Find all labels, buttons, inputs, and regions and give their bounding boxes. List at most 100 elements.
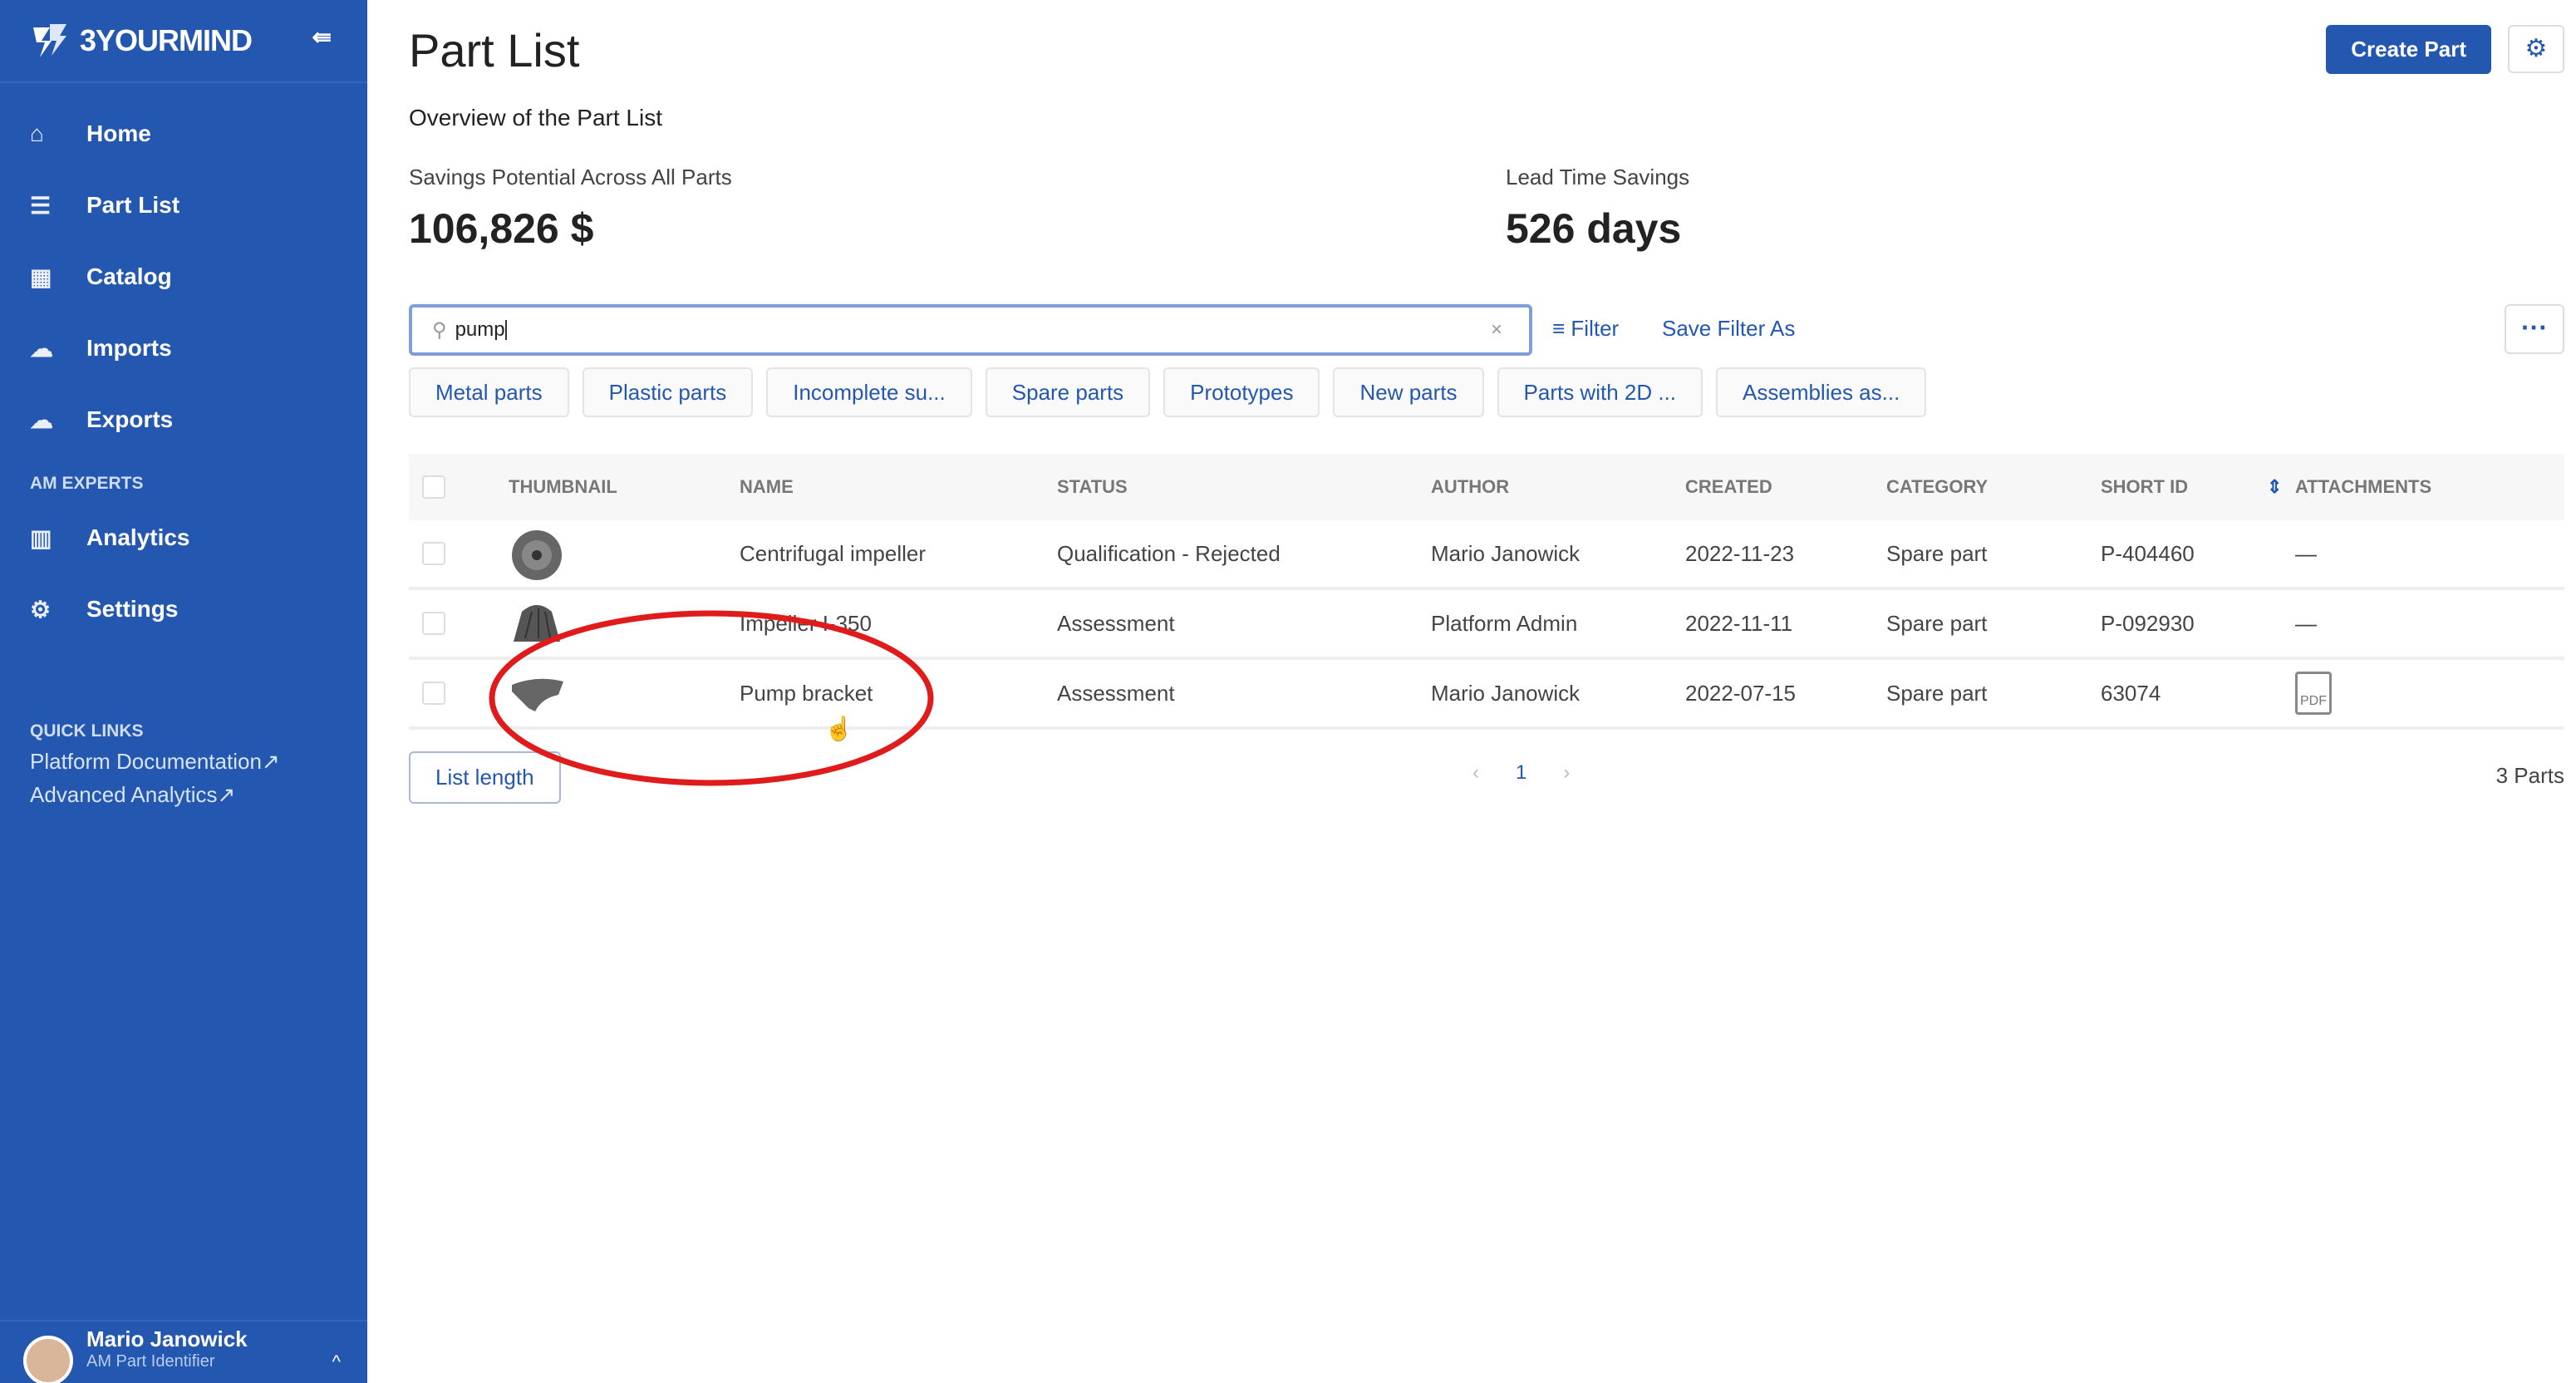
col-short-id[interactable]: SHORT ID (2101, 476, 2188, 498)
sidebar-item-settings[interactable]: ⚙ Settings (0, 573, 367, 645)
upload-cloud-icon: ☁ (30, 335, 53, 362)
kpi-savings-value: 106,826 $ (409, 205, 594, 252)
part-name[interactable]: Pump bracket (740, 681, 873, 706)
sidebar-item-home[interactable]: ⌂ Home (0, 98, 367, 170)
attachment-label: PDF (2300, 694, 2327, 708)
sidebar-item-imports[interactable]: ☁ Imports (0, 313, 367, 384)
short-id: P-404460 (2101, 540, 2195, 566)
table-row[interactable]: Centrifugal impeller Qualification - Reje… (409, 520, 2564, 590)
author: Mario Janowick (1431, 540, 1581, 566)
next-page-button[interactable]: › (1563, 761, 1570, 785)
sidebar-item-exports[interactable]: ☁ Exports (0, 384, 367, 455)
sidebar-item-label: Home (86, 121, 151, 146)
link-advanced-analytics[interactable]: Advanced Analytics↗ (0, 778, 367, 811)
filter-label: Filter (1571, 316, 1620, 341)
page-1-button[interactable]: 1 (1516, 761, 1526, 785)
sidebar: 3YOURMIND ⇚ ⌂ Home ☰ Part List ▦ Catalog ☁ I… (0, 0, 367, 1383)
search-input[interactable]: ⚲ pump × (409, 304, 1532, 356)
author: Mario Janowick (1431, 680, 1581, 706)
sidebar-item-analytics[interactable]: ▥ Analytics (0, 502, 367, 573)
sidebar-item-label: Catalog (86, 263, 172, 289)
kpi-savings-label: Savings Potential Across All Parts (409, 165, 732, 189)
short-id: P-092930 (2101, 610, 2195, 636)
table-row[interactable]: Pump bracket Assessment Mario Janowick 2022… (409, 660, 2564, 730)
filter-icon: ≡ (1552, 316, 1571, 341)
part-thumbnail[interactable] (509, 598, 565, 657)
section-am-experts: AM EXPERTS (30, 474, 144, 493)
category: Spare part (1886, 680, 1988, 706)
brand-name: 3YOURMIND (80, 23, 253, 57)
sidebar-item-label: Exports (86, 406, 174, 432)
col-created[interactable]: CREATED (1685, 476, 1772, 498)
filter-chip[interactable]: Assemblies as... (1716, 367, 1927, 417)
create-part-button[interactable]: Create Part (2326, 25, 2491, 74)
avatar (23, 1336, 73, 1383)
filter-chip[interactable]: Spare parts (985, 367, 1151, 417)
filter-chip[interactable]: Parts with 2D ... (1497, 367, 1703, 417)
external-link-icon: ↗ (261, 749, 280, 774)
external-link-icon: ↗ (217, 782, 236, 807)
status: Qualification - Rejected (1057, 540, 1281, 566)
analytics-icon: ▥ (30, 524, 52, 551)
filter-chip[interactable]: Metal parts (409, 367, 569, 417)
list-length-button[interactable]: List length (409, 751, 561, 804)
chevron-up-icon[interactable]: ^ (332, 1351, 341, 1373)
filter-chip[interactable]: Plastic parts (582, 367, 754, 417)
col-attachments[interactable]: ATTACHMENTS (2295, 476, 2431, 498)
parts-count: 3 Parts (2495, 763, 2564, 788)
sort-icon[interactable]: ⇕ (2267, 476, 2282, 498)
filter-button[interactable]: ≡ Filter (1552, 316, 1619, 342)
sidebar-item-part-list[interactable]: ☰ Part List (0, 170, 367, 241)
pdf-file-icon[interactable]: PDF (2295, 672, 2332, 715)
quick-links-title: QUICK LINKS (30, 721, 144, 741)
part-thumbnail[interactable] (509, 529, 565, 588)
part-thumbnail[interactable] (509, 668, 565, 727)
author: Platform Admin (1431, 610, 1578, 636)
page-subtitle: Overview of the Part List (409, 105, 663, 130)
category: Spare part (1886, 540, 1988, 566)
part-name[interactable]: Impeller I-350 (740, 611, 872, 637)
col-category[interactable]: CATEGORY (1886, 476, 1988, 498)
category: Spare part (1886, 610, 1988, 636)
filter-chip[interactable]: Prototypes (1163, 367, 1320, 417)
user-menu[interactable]: Mario Janowick AM Part Identifier ^ (0, 1320, 367, 1383)
collapse-sidebar-icon[interactable]: ⇚ (312, 23, 332, 51)
select-all-checkbox[interactable] (422, 475, 445, 499)
created-date: 2022-11-11 (1685, 610, 1793, 636)
filter-chip[interactable]: New parts (1333, 367, 1484, 417)
list-icon: ☰ (30, 192, 52, 219)
table-row[interactable]: Impeller I-350 Assessment Platform Admin 20… (409, 590, 2564, 660)
col-thumbnail: THUMBNAIL (509, 476, 617, 497)
row-checkbox[interactable] (422, 682, 445, 705)
parts-table: THUMBNAIL NAME STATUS AUTHOR CREATED CAT… (409, 454, 2564, 730)
short-id: 63074 (2101, 680, 2161, 706)
prev-page-button[interactable]: ‹ (1472, 761, 1479, 785)
sidebar-item-label: Settings (86, 596, 179, 622)
link-platform-documentation[interactable]: Platform Documentation↗ (0, 745, 367, 778)
more-options-button[interactable]: ··· (2505, 304, 2564, 354)
row-checkbox[interactable] (422, 612, 445, 635)
clear-search-icon[interactable]: × (1491, 318, 1502, 342)
part-name[interactable]: Centrifugal impeller (740, 541, 926, 567)
user-role: AM Part Identifier (86, 1352, 215, 1371)
sidebar-item-label: Imports (86, 335, 172, 361)
link-label: Advanced Analytics (30, 782, 218, 807)
filter-chip[interactable]: Incomplete su... (766, 367, 972, 417)
sidebar-item-catalog[interactable]: ▦ Catalog (0, 241, 367, 313)
pagination: ‹ 1 › (1472, 761, 1570, 785)
row-checkbox[interactable] (422, 542, 445, 565)
user-name: Mario Janowick (86, 1326, 248, 1351)
save-filter-as-button[interactable]: Save Filter As (1662, 316, 1795, 342)
col-status[interactable]: STATUS (1057, 476, 1128, 498)
settings-gear-button[interactable]: ⚙ (2508, 25, 2564, 73)
sidebar-item-label: Part List (86, 192, 180, 218)
status: Assessment (1057, 610, 1175, 636)
home-icon: ⌂ (30, 121, 44, 146)
logo-mark-icon (33, 24, 66, 57)
gear-icon: ⚙ (30, 596, 52, 623)
brand-logo[interactable]: 3YOURMIND ⇚ (0, 0, 367, 83)
status: Assessment (1057, 680, 1175, 706)
col-name[interactable]: NAME (740, 476, 794, 498)
col-author[interactable]: AUTHOR (1431, 476, 1509, 498)
link-label: Platform Documentation (30, 749, 262, 774)
